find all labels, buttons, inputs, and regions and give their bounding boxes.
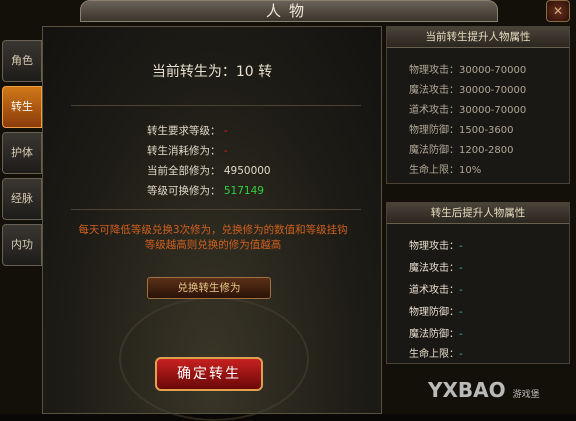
- attr-row: 魔法攻击：30000-70000: [409, 81, 526, 96]
- attr-row: 物理防御：-: [409, 303, 463, 318]
- confirm-rebirth-button[interactable]: 确定转生: [155, 357, 263, 391]
- exchange-note-line1: 每天可降低等级兑换3次修为，兑换修为的数值和等级挂钩: [78, 224, 348, 236]
- tab-protection[interactable]: 护体: [2, 132, 42, 174]
- window-titlebar: 人物: [80, 0, 498, 22]
- row-label: 转生消耗修为：: [147, 145, 221, 157]
- attr-row: 魔法防御：-: [409, 325, 463, 340]
- tab-label: 转生: [11, 100, 33, 113]
- tab-label: 经脉: [11, 192, 33, 205]
- attr-value: -: [459, 307, 463, 318]
- attr-value: -: [459, 241, 463, 252]
- attr-value: -: [459, 263, 463, 274]
- after-attr-heading: 转生后提升人物属性: [387, 203, 569, 224]
- tab-inner-skill[interactable]: 内功: [2, 224, 42, 266]
- attr-row: 魔法防御：1200-2800: [409, 141, 514, 156]
- attr-label: 道术攻击：: [409, 105, 459, 116]
- tab-character[interactable]: 角色: [2, 40, 42, 82]
- attr-row: 物理防御：1500-3600: [409, 121, 514, 136]
- attr-value: 30000-70000: [459, 65, 527, 76]
- exchange-cultivation-button[interactable]: 兑换转生修为: [147, 277, 271, 299]
- row-value: -: [223, 145, 228, 157]
- attr-label: 物理防御：: [409, 307, 459, 318]
- attr-label: 魔法防御：: [409, 329, 459, 340]
- exchange-note-line2: 等级越高则兑换的修为值越高: [144, 239, 282, 251]
- attr-label: 物理防御：: [409, 125, 459, 136]
- attr-value: -: [459, 285, 463, 296]
- attr-value: -: [459, 349, 463, 360]
- watermark-main: YXBAO: [428, 378, 506, 402]
- attr-value: 10%: [459, 165, 482, 176]
- row-label: 当前全部修为：: [147, 165, 221, 177]
- total-cultivation-row: 当前全部修为： 4950000: [147, 163, 271, 178]
- attr-row: 物理攻击：-: [409, 237, 463, 252]
- attr-label: 道术攻击：: [409, 285, 459, 296]
- cost-row: 转生消耗修为： -: [147, 143, 228, 158]
- site-watermark: YXBAO 游戏堡: [428, 378, 540, 402]
- watermark-sub: 游戏堡: [512, 390, 540, 400]
- row-value: 4950000: [223, 165, 271, 177]
- row-label: 等级可换修为：: [147, 185, 221, 197]
- tab-rebirth[interactable]: 转生: [2, 86, 42, 128]
- row-value: 517149: [223, 185, 264, 197]
- attr-label: 生命上限：: [409, 165, 459, 176]
- attr-row: 魔法攻击：-: [409, 259, 463, 274]
- attr-value: 30000-70000: [459, 85, 527, 96]
- close-icon[interactable]: ✕: [546, 0, 570, 22]
- attr-value: 1500-3600: [459, 125, 514, 136]
- attr-row: 道术攻击：30000-70000: [409, 101, 526, 116]
- divider: [71, 105, 361, 106]
- attr-label: 生命上限：: [409, 349, 459, 360]
- attr-row: 道术攻击：-: [409, 281, 463, 296]
- current-attr-heading: 当前转生提升人物属性: [387, 27, 569, 48]
- tab-label: 护体: [11, 146, 33, 159]
- row-value: -: [223, 125, 228, 137]
- tab-label: 内功: [11, 238, 33, 251]
- attr-label: 魔法防御：: [409, 145, 459, 156]
- current-attr-panel: 当前转生提升人物属性 物理攻击：30000-70000 魔法攻击：30000-7…: [386, 26, 570, 184]
- row-label: 转生要求等级：: [147, 125, 221, 137]
- attr-row: 生命上限：-: [409, 345, 463, 360]
- after-attr-panel: 转生后提升人物属性 物理攻击：- 魔法攻击：- 道术攻击：- 物理防御：- 魔法…: [386, 202, 570, 364]
- tab-label: 角色: [11, 54, 33, 67]
- character-window: 人物 ✕ 角色 转生 护体 经脉 内功 当前转生为：10 转 转生要求等级： -…: [0, 0, 576, 421]
- attr-label: 物理攻击：: [409, 65, 459, 76]
- attr-label: 魔法攻击：: [409, 263, 459, 274]
- attr-value: -: [459, 329, 463, 340]
- attr-label: 物理攻击：: [409, 241, 459, 252]
- window-title: 人物: [265, 2, 312, 20]
- attr-label: 魔法攻击：: [409, 85, 459, 96]
- current-rebirth-text: 当前转生为：10 转: [151, 64, 273, 80]
- rebirth-panel: 当前转生为：10 转 转生要求等级： - 转生消耗修为： - 当前全部修为： 4…: [42, 26, 382, 421]
- attr-value: 30000-70000: [459, 105, 527, 116]
- divider: [71, 209, 361, 210]
- attr-row: 物理攻击：30000-70000: [409, 61, 526, 76]
- attr-value: 1200-2800: [459, 145, 514, 156]
- tab-meridian[interactable]: 经脉: [2, 178, 42, 220]
- exchangeable-cultivation-row: 等级可换修为： 517149: [147, 183, 264, 198]
- attr-row: 生命上限：10%: [409, 161, 481, 176]
- required-level-row: 转生要求等级： -: [147, 123, 228, 138]
